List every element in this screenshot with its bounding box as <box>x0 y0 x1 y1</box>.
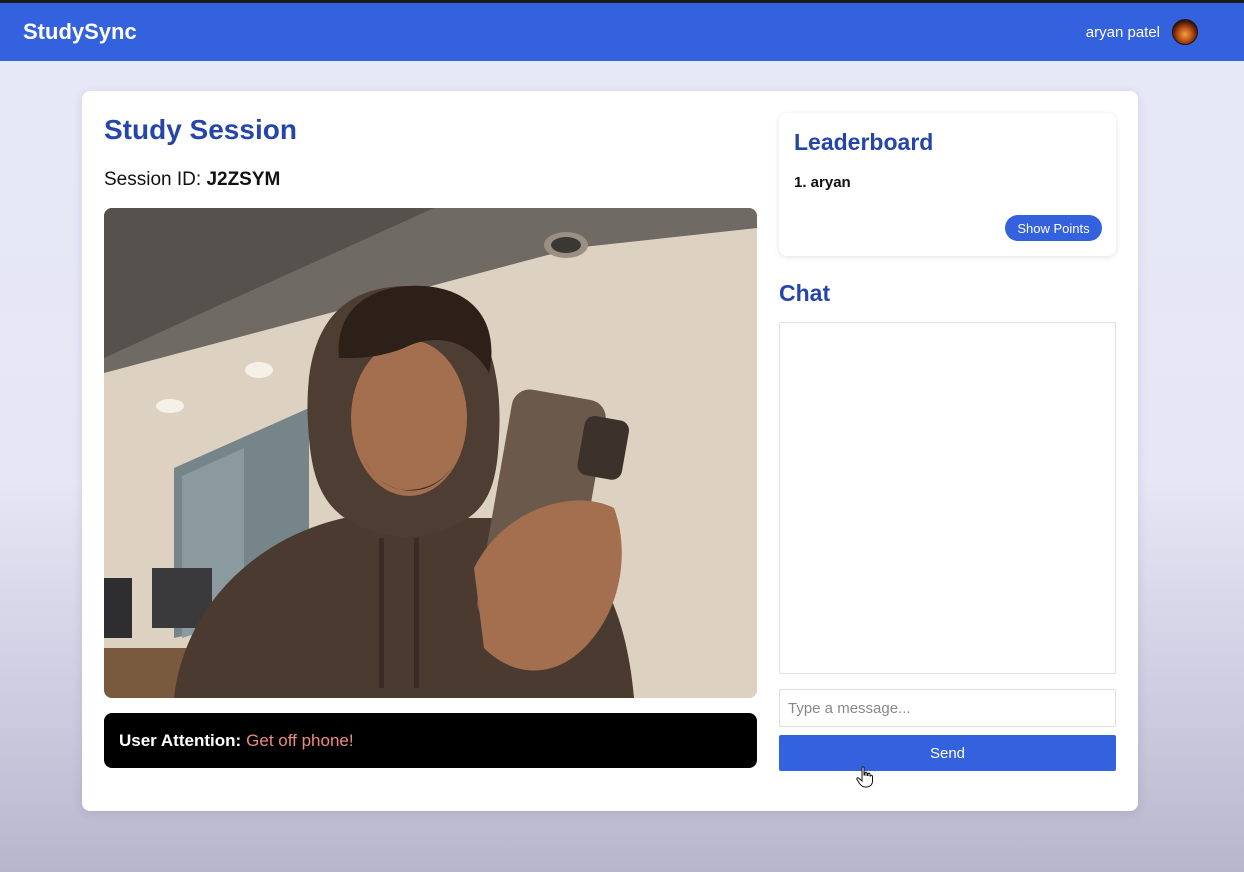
webcam-video <box>104 208 757 698</box>
video-frame-icon <box>104 208 757 698</box>
hand-cursor-icon <box>856 766 873 788</box>
show-points-button[interactable]: Show Points <box>1005 215 1102 241</box>
chat-messages-area[interactable] <box>779 322 1116 674</box>
brand-logo[interactable]: StudySync <box>23 19 137 45</box>
avatar-icon[interactable] <box>1172 19 1198 45</box>
session-id-label: Session ID: <box>104 169 202 190</box>
top-navbar: StudySync aryan patel <box>0 0 1244 61</box>
chat-message-input[interactable] <box>779 689 1116 727</box>
leaderboard-entry: 1. aryan <box>794 174 851 191</box>
page-title: Study Session <box>104 114 297 145</box>
leaderboard-panel: Leaderboard 1. aryan Show Points <box>779 113 1116 256</box>
chat-title: Chat <box>779 280 831 306</box>
leaderboard-title: Leaderboard <box>794 129 934 155</box>
session-id: Session ID: J2ZSYM <box>104 169 280 191</box>
send-button[interactable]: Send <box>779 735 1116 771</box>
user-name: aryan patel <box>1085 23 1160 41</box>
attention-status-bar: User Attention: Get off phone! <box>104 713 757 768</box>
session-id-value: J2ZSYM <box>206 169 281 190</box>
user-menu[interactable]: aryan patel <box>1086 19 1198 45</box>
attention-warning-text: Get off phone! <box>246 730 354 750</box>
session-card: Study Session Session ID: J2ZSYM User At… <box>82 91 1138 811</box>
attention-label: User Attention: <box>119 730 242 750</box>
